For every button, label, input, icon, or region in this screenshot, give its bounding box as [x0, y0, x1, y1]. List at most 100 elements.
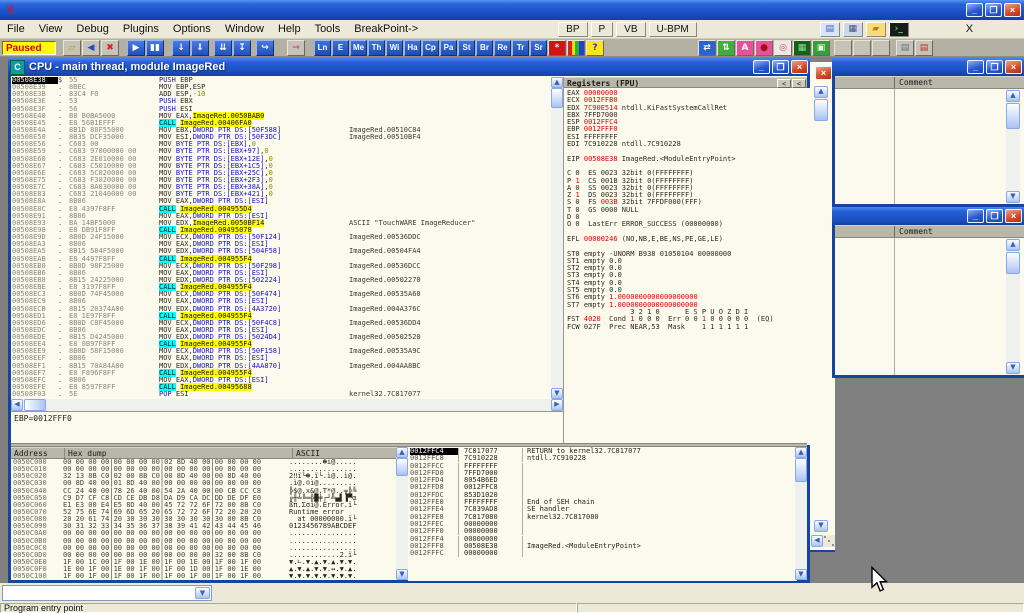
comment-bottom-maximize-button[interactable]: ❒: [986, 209, 1003, 223]
menu-tools[interactable]: Tools: [308, 21, 348, 37]
open-file-icon[interactable]: ▱: [63, 40, 81, 56]
disassembly-pane[interactable]: 00508E38$55PUSH EBP00508E39.8BECMOV EBP,…: [11, 77, 552, 399]
cpu-close-button[interactable]: ×: [791, 60, 808, 74]
register-line[interactable]: O 0 LastErr ERROR_SUCCESS (00000000): [567, 221, 810, 228]
hidden-window-close-button[interactable]: ×: [815, 66, 832, 80]
disassembly-row[interactable]: 00508E8C.E8 4397F8FFCALL ImageRed.004955…: [12, 206, 552, 213]
dump-row[interactable]: 0050C1001F 00 1F 00|1F 00 1F 00|1F 00 1F…: [13, 573, 398, 580]
ascii-a-icon[interactable]: A: [736, 40, 754, 56]
blank-button-1[interactable]: [834, 40, 852, 56]
console-icon[interactable]: ›_: [889, 22, 909, 37]
disassembly-row[interactable]: 00508E83.C683 21040000 00MOV BYTE PTR DS…: [12, 191, 552, 198]
cpu-minimize-button[interactable]: _: [753, 60, 770, 74]
run-icon[interactable]: ▶: [127, 40, 145, 56]
disassembly-row[interactable]: 00508E3B.83C4 F0ADD ESP,-10: [12, 91, 552, 98]
disassembly-hscroll-right[interactable]: ▶: [551, 399, 563, 411]
info-pane[interactable]: EBP=0012FFF0: [11, 411, 563, 444]
menu-help[interactable]: Help: [271, 21, 308, 37]
notepad-icon[interactable]: ▤: [820, 22, 840, 37]
disassembly-scrollbar[interactable]: [551, 77, 563, 399]
cpu-window-titlebar[interactable]: C CPU - main thread, module ImageRed _ ❒…: [8, 58, 810, 76]
disassembly-hscrollbar[interactable]: [11, 399, 563, 411]
disassembly-scroll-thumb[interactable]: [551, 88, 563, 108]
comment-bottom-header-label[interactable]: Comment: [895, 226, 933, 237]
comment-top-close-button[interactable]: ×: [1005, 60, 1022, 74]
disassembly-row[interactable]: 00508ED6.8B0D C8F45000MOV ECX,DWORD PTR …: [12, 320, 552, 327]
plugin-button-p[interactable]: P: [591, 22, 614, 37]
dump-scroll-thumb[interactable]: [396, 458, 408, 476]
register-line[interactable]: EDI 7C910228 ntdll.7C910228: [567, 141, 810, 148]
comment-window-top[interactable]: _ ❒ × Comment ▲ ▼: [832, 58, 1024, 207]
disassembly-row[interactable]: 00508E3E.53PUSH EBX: [12, 98, 552, 105]
dump-header-ascii[interactable]: ASCII: [293, 448, 320, 458]
app-close-button[interactable]: ×: [1004, 3, 1021, 17]
animate-over-icon[interactable]: ↧: [233, 40, 251, 56]
dump-header-address[interactable]: Address: [11, 448, 65, 458]
disassembly-row[interactable]: 00508EE9.8B0D 58F15000MOV ECX,DWORD PTR …: [12, 348, 552, 355]
pane-button-st[interactable]: St: [458, 40, 475, 56]
comment-window-bottom-titlebar[interactable]: _ ❒ ×: [832, 207, 1024, 225]
stack-pane[interactable]: 0012FFC47C817077RETURN to kernel32.7C817…: [408, 447, 797, 581]
dump-header-hex[interactable]: Hex dump: [65, 448, 293, 458]
dump-scroll-down[interactable]: ▼: [396, 569, 408, 580]
register-line[interactable]: EIP 00508E38 ImageRed.<ModuleEntryPoint>: [567, 156, 810, 163]
marked-list-icon[interactable]: ▤: [915, 40, 933, 56]
stack-scroll-down[interactable]: ▼: [795, 569, 807, 580]
log-list-icon[interactable]: ▤: [896, 40, 914, 56]
comment-top-maximize-button[interactable]: ❒: [986, 60, 1003, 74]
menu-window[interactable]: Window: [218, 21, 271, 37]
register-line[interactable]: EFL 00000246 (NO,NB,E,BE,NS,PE,GE,LE): [567, 236, 810, 243]
register-line[interactable]: T 0 GS 0000 NULL: [567, 207, 810, 214]
menu-file[interactable]: File: [0, 21, 32, 37]
pane-button-wi[interactable]: Wi: [386, 40, 403, 56]
disassembly-row[interactable]: 00508EFE.E8 8597F8FFCALL ImageRed.004956…: [12, 384, 552, 391]
updown-trace-icon[interactable]: ⇅: [717, 40, 735, 56]
hidden-window-scroll-thumb[interactable]: [814, 99, 828, 121]
registers-back-button-2[interactable]: <: [792, 79, 806, 88]
cpu-maximize-button[interactable]: ❒: [772, 60, 789, 74]
keypad-icon[interactable]: ▦: [793, 40, 811, 56]
disassembly-row[interactable]: 00508F03.5EPOP ESIkernel32.7C817077: [12, 391, 552, 398]
pane-button-e[interactable]: E: [332, 40, 349, 56]
registers-back-button-1[interactable]: <: [777, 79, 791, 88]
terminate-icon[interactable]: ✖: [101, 40, 119, 56]
pane-button-sr[interactable]: Sr: [530, 40, 547, 56]
step-over-icon[interactable]: ⇓: [191, 40, 209, 56]
app-restore-button[interactable]: ❒: [985, 3, 1002, 17]
plugin-button-ubpm[interactable]: U-BPM: [649, 22, 697, 37]
menu-close-x[interactable]: X: [959, 21, 980, 37]
step-into-icon[interactable]: ↓: [172, 40, 190, 56]
dump-pane[interactable]: 0050C00000 00 00 00|00 00 00 00|02 8D 40…: [11, 459, 398, 580]
register-line[interactable]: FCW 027F Prec NEAR,53 Mask 1 1 1 1 1 1: [567, 324, 810, 331]
hidden-window-scroll-up[interactable]: ▲: [814, 86, 828, 98]
menu-plugins[interactable]: Plugins: [116, 21, 166, 37]
pane-button-re[interactable]: Re: [494, 40, 511, 56]
folder-icon[interactable]: ▰: [866, 22, 886, 37]
comment-bottom-list[interactable]: [835, 238, 1024, 375]
blank-button-2[interactable]: [853, 40, 871, 56]
comment-bottom-scroll-up[interactable]: ▲: [1006, 239, 1020, 251]
animate-into-icon[interactable]: ⇊: [214, 40, 232, 56]
window-pane-icon[interactable]: ▣: [812, 40, 830, 56]
menu-debug[interactable]: Debug: [69, 21, 115, 37]
dump-scroll-up[interactable]: ▲: [396, 447, 408, 458]
registers-pane-header[interactable]: Registers (FPU) <<: [564, 77, 807, 88]
comment-top-minimize-button[interactable]: _: [967, 60, 984, 74]
comment-bottom-scroll-thumb[interactable]: [1006, 252, 1020, 274]
pane-button-cp[interactable]: Cp: [422, 40, 439, 56]
pane-button-ln[interactable]: Ln: [314, 40, 331, 56]
hidden-window[interactable]: × ▲ ▼ ◀: [808, 62, 835, 552]
chevron-down-icon[interactable]: ▼: [195, 587, 210, 599]
help-icon[interactable]: ?: [586, 40, 604, 56]
app-titlebar[interactable]: ✳ _ ❒ ×: [0, 0, 1024, 20]
disassembly-row[interactable]: 00508E9D.8B0D 24F15000MOV ECX,DWORD PTR …: [12, 234, 552, 241]
hidden-window-scroll-down[interactable]: ▼: [814, 520, 828, 532]
pane-button-pa[interactable]: Pa: [440, 40, 457, 56]
plugin-button-vb[interactable]: VB: [616, 22, 645, 37]
hidden-window-scroll-left[interactable]: ◀: [811, 535, 823, 547]
disassembly-row[interactable]: 00508EB0.8B0D 98F25000MOV ECX,DWORD PTR …: [12, 263, 552, 270]
pane-button-me[interactable]: Me: [350, 40, 367, 56]
plugin-button-bp[interactable]: BP: [558, 22, 587, 37]
cpu-window[interactable]: C CPU - main thread, module ImageRed _ ❒…: [8, 58, 810, 583]
record-dot-icon[interactable]: ●: [755, 40, 773, 56]
